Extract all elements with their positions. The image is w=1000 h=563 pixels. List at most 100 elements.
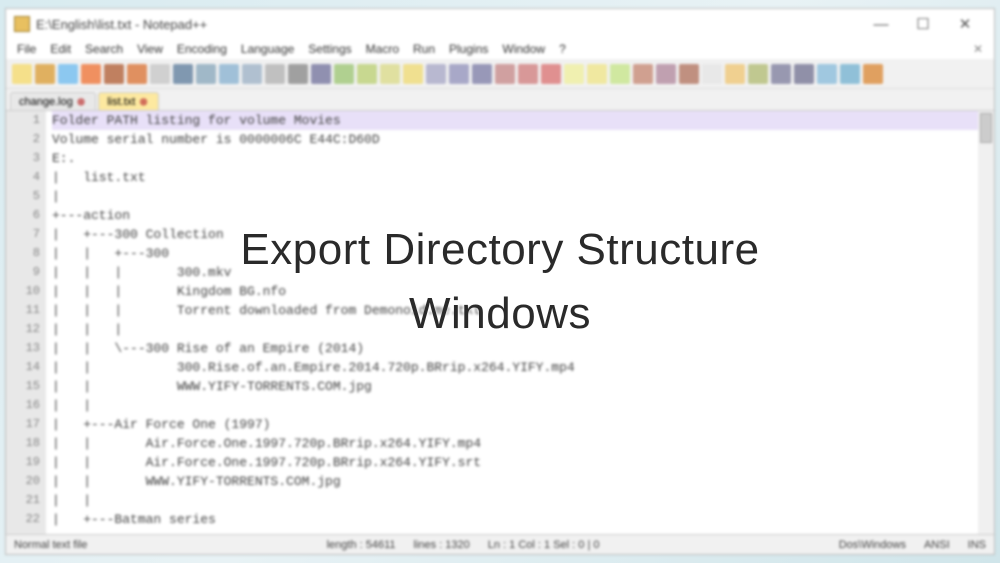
toolbar-button-35[interactable] xyxy=(817,64,837,84)
toolbar-button-3[interactable] xyxy=(81,64,101,84)
menu-language[interactable]: Language xyxy=(236,42,299,56)
toolbar-button-12[interactable] xyxy=(288,64,308,84)
toolbar-button-22[interactable] xyxy=(518,64,538,84)
toolbar-button-7[interactable] xyxy=(173,64,193,84)
menu-encoding[interactable]: Encoding xyxy=(172,42,232,56)
code-line[interactable]: | | Air.Force.One.1997.720p.BRrip.x264.Y… xyxy=(52,434,994,453)
code-line[interactable]: | | WWW.YIFY-TORRENTS.COM.jpg xyxy=(52,472,994,491)
code-line[interactable]: | list.txt xyxy=(52,168,994,187)
toolbar-button-28[interactable] xyxy=(656,64,676,84)
window-title: E:\English\list.txt - Notepad++ xyxy=(36,17,207,32)
toolbar-button-27[interactable] xyxy=(633,64,653,84)
titlebar[interactable]: E:\English\list.txt - Notepad++ — ☐ ✕ xyxy=(6,9,994,39)
code-line[interactable]: | +---Air Force One (1997) xyxy=(52,415,994,434)
line-number: 10 xyxy=(6,282,40,301)
toolbar-button-11[interactable] xyxy=(265,64,285,84)
menu-edit[interactable]: Edit xyxy=(45,42,76,56)
toolbar-button-6[interactable] xyxy=(150,64,170,84)
toolbar-button-0[interactable] xyxy=(12,64,32,84)
status-filetype: Normal text file xyxy=(14,539,87,551)
code-line[interactable]: | | 300.Rise.of.an.Empire.2014.720p.BRri… xyxy=(52,358,994,377)
code-line[interactable]: Folder PATH listing for volume Movies xyxy=(52,111,994,130)
code-line[interactable]: +---action xyxy=(52,206,994,225)
toolbar-button-34[interactable] xyxy=(794,64,814,84)
toolbar-button-20[interactable] xyxy=(472,64,492,84)
toolbar-button-5[interactable] xyxy=(127,64,147,84)
toolbar-button-23[interactable] xyxy=(541,64,561,84)
status-mode: INS xyxy=(968,539,986,551)
line-number: 9 xyxy=(6,263,40,282)
code-area[interactable]: Folder PATH listing for volume MoviesVol… xyxy=(46,111,994,534)
line-number: 6 xyxy=(6,206,40,225)
toolbar-button-26[interactable] xyxy=(610,64,630,84)
tab-listtxt[interactable]: list.txt ⊗ xyxy=(98,92,159,110)
tab-label: change.log xyxy=(19,96,73,108)
tab-close-icon[interactable]: ⊗ xyxy=(77,97,85,108)
close-button[interactable]: ✕ xyxy=(944,11,986,37)
toolbar-button-24[interactable] xyxy=(564,64,584,84)
code-line[interactable]: | +---300 Collection xyxy=(52,225,994,244)
line-number: 3 xyxy=(6,149,40,168)
toolbar-button-15[interactable] xyxy=(357,64,377,84)
menu-settings[interactable]: Settings xyxy=(303,42,356,56)
code-line[interactable]: | | WWW.YIFY-TORRENTS.COM.jpg xyxy=(52,377,994,396)
code-line[interactable]: | +---Batman series xyxy=(52,510,994,529)
toolbar-button-10[interactable] xyxy=(242,64,262,84)
toolbar-button-25[interactable] xyxy=(587,64,607,84)
menu-plugins[interactable]: Plugins xyxy=(444,42,493,56)
scrollbar[interactable] xyxy=(978,111,994,534)
toolbar-button-18[interactable] xyxy=(426,64,446,84)
code-line[interactable]: | | +---300 xyxy=(52,244,994,263)
app-window: E:\English\list.txt - Notepad++ — ☐ ✕ Fi… xyxy=(5,8,995,555)
toolbar-button-8[interactable] xyxy=(196,64,216,84)
code-line[interactable]: E:. xyxy=(52,149,994,168)
menu-view[interactable]: View xyxy=(132,42,168,56)
menu-run[interactable]: Run xyxy=(408,42,440,56)
tab-close-icon[interactable]: ⊗ xyxy=(139,97,147,108)
menu-help[interactable]: ? xyxy=(554,42,571,56)
toolbar-button-30[interactable] xyxy=(702,64,722,84)
code-line[interactable]: Volume serial number is 0000006C E44C:D6… xyxy=(52,130,994,149)
tab-changelog[interactable]: change.log ⊗ xyxy=(10,92,96,110)
editor[interactable]: 12345678910111213141516171819202122 Fold… xyxy=(6,111,994,534)
menu-macro[interactable]: Macro xyxy=(361,42,404,56)
toolbar-button-33[interactable] xyxy=(771,64,791,84)
toolbar-button-36[interactable] xyxy=(840,64,860,84)
toolbar-button-31[interactable] xyxy=(725,64,745,84)
toolbar-button-1[interactable] xyxy=(35,64,55,84)
status-position: Ln : 1 Col : 1 Sel : 0 | 0 xyxy=(488,539,600,551)
toolbar-button-2[interactable] xyxy=(58,64,78,84)
code-line[interactable]: | | \---300 Rise of an Empire (2014) xyxy=(52,339,994,358)
toolbar-button-37[interactable] xyxy=(863,64,883,84)
menu-file[interactable]: File xyxy=(12,42,41,56)
line-number: 13 xyxy=(6,339,40,358)
toolbar-button-17[interactable] xyxy=(403,64,423,84)
code-line[interactable]: | | | xyxy=(52,320,994,339)
toolbar-button-32[interactable] xyxy=(748,64,768,84)
line-number: 7 xyxy=(6,225,40,244)
toolbar-button-13[interactable] xyxy=(311,64,331,84)
code-line[interactable]: | | | 300.mkv xyxy=(52,263,994,282)
code-line[interactable]: | | xyxy=(52,396,994,415)
code-line[interactable]: | | Air.Force.One.1997.720p.BRrip.x264.Y… xyxy=(52,453,994,472)
scroll-thumb[interactable] xyxy=(980,113,992,143)
menu-search[interactable]: Search xyxy=(80,42,128,56)
code-line[interactable]: | | xyxy=(52,491,994,510)
toolbar-button-29[interactable] xyxy=(679,64,699,84)
code-line[interactable]: | xyxy=(52,187,994,206)
line-number: 17 xyxy=(6,415,40,434)
toolbar-button-19[interactable] xyxy=(449,64,469,84)
menubar-close-icon[interactable]: ✕ xyxy=(968,42,988,56)
toolbar-button-16[interactable] xyxy=(380,64,400,84)
minimize-button[interactable]: — xyxy=(860,11,902,37)
toolbar-button-9[interactable] xyxy=(219,64,239,84)
code-line[interactable]: | | | Kingdom BG.nfo xyxy=(52,282,994,301)
toolbar-button-4[interactable] xyxy=(104,64,124,84)
line-number: 20 xyxy=(6,472,40,491)
maximize-button[interactable]: ☐ xyxy=(902,11,944,37)
toolbar-button-21[interactable] xyxy=(495,64,515,84)
toolbar-button-14[interactable] xyxy=(334,64,354,84)
code-line[interactable]: | | | Torrent downloaded from Demonoid.m… xyxy=(52,301,994,320)
app-icon xyxy=(14,16,30,32)
menu-window[interactable]: Window xyxy=(497,42,550,56)
